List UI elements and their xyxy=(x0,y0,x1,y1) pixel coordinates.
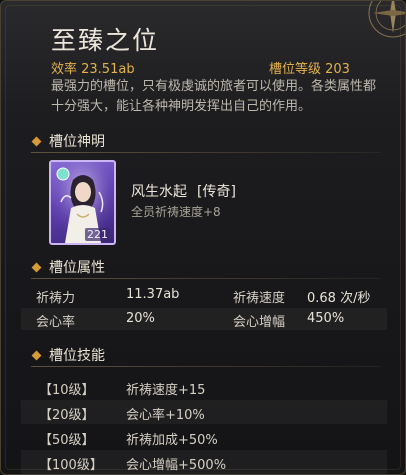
deity-card-level: 221 xyxy=(85,228,110,241)
attr-section-header: 槽位属性 xyxy=(31,257,105,277)
skill-row: 【20级】 会心率+10% xyxy=(21,400,387,424)
attr-row: 会心率 20% 会心增幅 450% xyxy=(21,308,387,330)
deity-section-header: 槽位神明 xyxy=(31,131,105,151)
slot-detail-panel: 至臻之位 效率 23.51ab 槽位等级 203 最强力的槽位，只有极虔诚的旅者… xyxy=(0,0,406,475)
divider xyxy=(31,278,381,279)
compass-ornament-icon xyxy=(368,1,405,38)
skill-level: 【10级】 xyxy=(39,383,95,398)
deity-name-line: 风生水起 [传奇] xyxy=(131,181,236,201)
deity-card[interactable]: 221 xyxy=(49,160,116,245)
diamond-icon xyxy=(31,262,42,272)
skill-level: 【100级】 xyxy=(39,458,103,473)
attr-label: 会心率 xyxy=(36,315,76,330)
skill-row: 【100级】 会心增幅+500% xyxy=(21,450,387,474)
divider xyxy=(31,152,381,153)
attr-label: 会心增幅 xyxy=(233,315,286,330)
skill-effect: 祈祷速度+15 xyxy=(126,383,206,398)
deity-section-title: 槽位神明 xyxy=(49,134,105,150)
skill-row: 【10级】 祈祷速度+15 xyxy=(21,375,387,399)
skill-row: 【50级】 祈祷加成+50% xyxy=(21,425,387,449)
skill-effect: 祈祷加成+50% xyxy=(126,433,218,448)
slot-efficiency: 效率 23.51ab xyxy=(51,62,135,77)
skill-section-header: 槽位技能 xyxy=(31,345,105,365)
slot-title: 至臻之位 xyxy=(51,26,160,55)
skill-level: 【50级】 xyxy=(39,433,95,448)
deity-name: 风生水起 xyxy=(131,184,187,200)
diamond-icon xyxy=(31,136,42,146)
divider xyxy=(31,366,381,367)
skill-section-title: 槽位技能 xyxy=(49,348,105,364)
deity-rarity: [传奇] xyxy=(197,184,236,200)
slot-level: 槽位等级 203 xyxy=(269,62,350,77)
attr-label: 祈祷力 xyxy=(36,291,76,306)
attr-section-title: 槽位属性 xyxy=(49,260,105,276)
skill-effect: 会心增幅+500% xyxy=(126,458,227,473)
deity-effect: 全员祈祷速度+8 xyxy=(131,205,221,219)
skill-effect: 会心率+10% xyxy=(126,408,205,423)
diamond-icon xyxy=(31,350,42,360)
attr-row: 祈祷力 11.37ab 祈祷速度 0.68 次/秒 xyxy=(21,284,387,306)
slot-description: 最强力的槽位，只有极虔诚的旅者可以使用。各类属性都十分强大，能让各种神明发挥出自… xyxy=(51,79,377,114)
attr-value: 0.68 次/秒 xyxy=(307,291,371,306)
attr-value: 20% xyxy=(126,311,155,326)
attr-value: 450% xyxy=(307,311,345,326)
attr-label: 祈祷速度 xyxy=(233,291,286,306)
attr-value: 11.37ab xyxy=(126,287,180,302)
skill-level: 【20级】 xyxy=(39,408,95,423)
